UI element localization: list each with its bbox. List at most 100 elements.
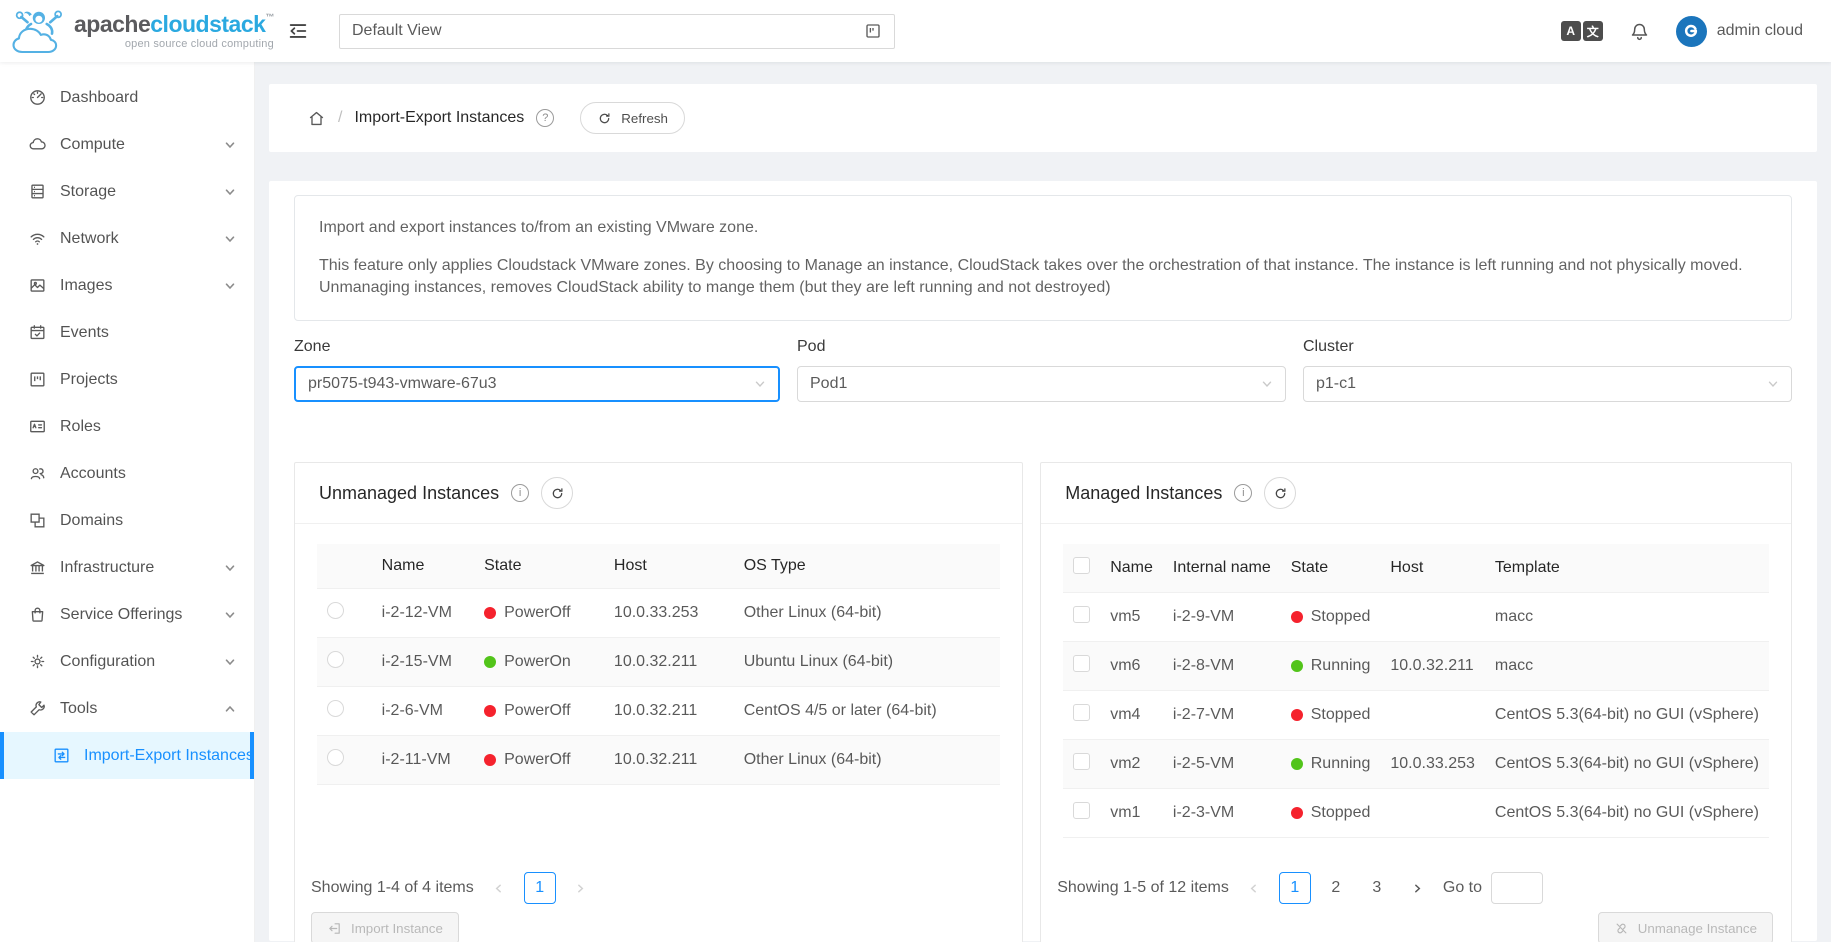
import-instance-button[interactable]: Import Instance [311,912,459,942]
project-icon [28,370,47,389]
translate-icon[interactable]: A 文 [1561,21,1603,41]
state-dot [1291,758,1303,770]
sidebar-item-projects[interactable]: Projects [0,356,254,403]
unmanaged-panel-title: Unmanaged Instances [319,483,499,504]
unmanaged-refresh-button[interactable] [541,477,573,509]
row-checkbox[interactable] [1073,606,1090,623]
unmanaged-instances-panel: Unmanaged Instances i [294,462,1023,942]
table-row[interactable]: i-2-12-VM PowerOff 10.0.33.253 Other Lin… [317,589,1000,638]
chevron-down-icon [224,280,236,292]
wifi-icon [28,229,47,248]
brand-text: apachecloudstack™ [74,13,274,36]
block-icon [28,511,47,530]
feature-description: Import and export instances to/from an e… [294,195,1792,321]
row-checkbox[interactable] [1073,753,1090,770]
cloud-icon [28,135,47,154]
pod-filter: Pod Pod1 [797,338,1286,402]
sidebar-item-infrastructure[interactable]: Infrastructure [0,544,254,591]
unmanaged-pagination: Showing 1-4 of 4 items 1 [309,872,1008,904]
page-1[interactable]: 1 [524,872,556,904]
row-radio[interactable] [327,651,344,668]
sidebar-item-configuration[interactable]: Configuration [0,638,254,685]
managed-instances-panel: Managed Instances i [1040,462,1792,942]
select-all-checkbox[interactable] [1073,557,1090,574]
project-switch-icon[interactable] [864,22,882,40]
state-dot [1291,611,1303,623]
chevron-down-icon [224,609,236,621]
table-row[interactable]: vm1 i-2-3-VM Stopped CentOS 5.3(64-bit) … [1063,789,1769,838]
table-row[interactable]: vm6 i-2-8-VM Running 10.0.32.211 macc [1063,642,1769,691]
user-menu[interactable]: admin cloud [1676,16,1803,47]
sidebar-item-import-export-instances[interactable]: Import-Export Instances [0,732,254,779]
row-checkbox[interactable] [1073,802,1090,819]
sidebar-item-network[interactable]: Network [0,215,254,262]
col-template: Template [1485,544,1769,593]
table-row[interactable]: vm5 i-2-9-VM Stopped macc [1063,593,1769,642]
next-page-icon[interactable] [1402,872,1434,904]
chevron-down-icon [224,139,236,151]
cloudstack-monkey-icon [10,6,66,56]
sidebar-item-accounts[interactable]: Accounts [0,450,254,497]
sidebar-item-compute[interactable]: Compute [0,121,254,168]
zone-filter: Zone pr5075-t943-vmware-67u3 [294,338,780,402]
table-row[interactable]: i-2-11-VM PowerOff 10.0.32.211 Other Lin… [317,736,1000,785]
info-icon[interactable]: i [1234,484,1252,502]
sidebar-item-service-offerings[interactable]: Service Offerings [0,591,254,638]
dashboard-icon [28,88,47,107]
goto-page-input[interactable] [1491,872,1543,904]
state-dot [484,607,496,619]
prev-page-icon[interactable] [483,872,515,904]
chevron-down-icon [224,656,236,668]
sidebar-item-dashboard[interactable]: Dashboard [0,74,254,121]
table-row[interactable]: i-2-15-VM PowerOn 10.0.32.211 Ubuntu Lin… [317,638,1000,687]
unmanage-instance-button[interactable]: Unmanage Instance [1598,912,1773,942]
col-os-type: OS Type [734,544,1001,589]
next-page-icon[interactable] [565,872,597,904]
row-radio[interactable] [327,700,344,717]
info-icon[interactable]: i [511,484,529,502]
breadcrumb: / Import-Export Instances ? Refresh [269,84,1817,152]
table-row[interactable]: vm2 i-2-5-VM Running 10.0.33.253 CentOS … [1063,740,1769,789]
pagination-summary: Showing 1-5 of 12 items [1057,879,1229,897]
idcard-icon [28,417,47,436]
zone-label: Zone [294,338,780,356]
managed-instances-table: Name Internal name State Host Template [1063,544,1769,838]
page-3[interactable]: 3 [1361,872,1393,904]
top-header: apachecloudstack™ open source cloud comp… [0,0,1831,62]
col-host: Host [604,544,734,589]
chevron-down-icon [224,186,236,198]
cloudstack-logo[interactable]: apachecloudstack™ open source cloud comp… [0,0,255,62]
sidebar-item-images[interactable]: Images [0,262,254,309]
row-checkbox[interactable] [1073,655,1090,672]
managed-pagination: Showing 1-5 of 12 items 1 2 3 Go to [1055,872,1777,904]
table-row[interactable]: i-2-6-VM PowerOff 10.0.32.211 CentOS 4/5… [317,687,1000,736]
description-line-1: Import and export instances to/from an e… [319,217,1767,239]
row-radio[interactable] [327,749,344,766]
row-radio[interactable] [327,602,344,619]
managed-refresh-button[interactable] [1264,477,1296,509]
page-2[interactable]: 2 [1320,872,1352,904]
cluster-select[interactable]: p1-c1 [1303,366,1792,402]
pagination-summary: Showing 1-4 of 4 items [311,879,474,897]
prev-page-icon[interactable] [1238,872,1270,904]
view-selector[interactable]: Default View [339,14,895,49]
database-icon [28,182,47,201]
sidebar-item-events[interactable]: Events [0,309,254,356]
table-row[interactable]: vm4 i-2-7-VM Stopped CentOS 5.3(64-bit) … [1063,691,1769,740]
sidebar-item-domains[interactable]: Domains [0,497,254,544]
notification-bell-icon[interactable] [1629,21,1650,42]
zone-select[interactable]: pr5075-t943-vmware-67u3 [294,366,780,402]
sidebar-item-roles[interactable]: Roles [0,403,254,450]
home-icon[interactable] [307,109,326,128]
row-checkbox[interactable] [1073,704,1090,721]
refresh-button[interactable]: Refresh [580,102,685,134]
menu-fold-icon[interactable] [287,20,309,42]
state-dot [484,754,496,766]
sidebar-item-tools[interactable]: Tools [0,685,254,732]
pod-select[interactable]: Pod1 [797,366,1286,402]
sidebar-item-storage[interactable]: Storage [0,168,254,215]
user-name: admin cloud [1717,22,1803,40]
cluster-label: Cluster [1303,338,1792,356]
page-1[interactable]: 1 [1279,872,1311,904]
help-icon[interactable]: ? [536,109,554,127]
